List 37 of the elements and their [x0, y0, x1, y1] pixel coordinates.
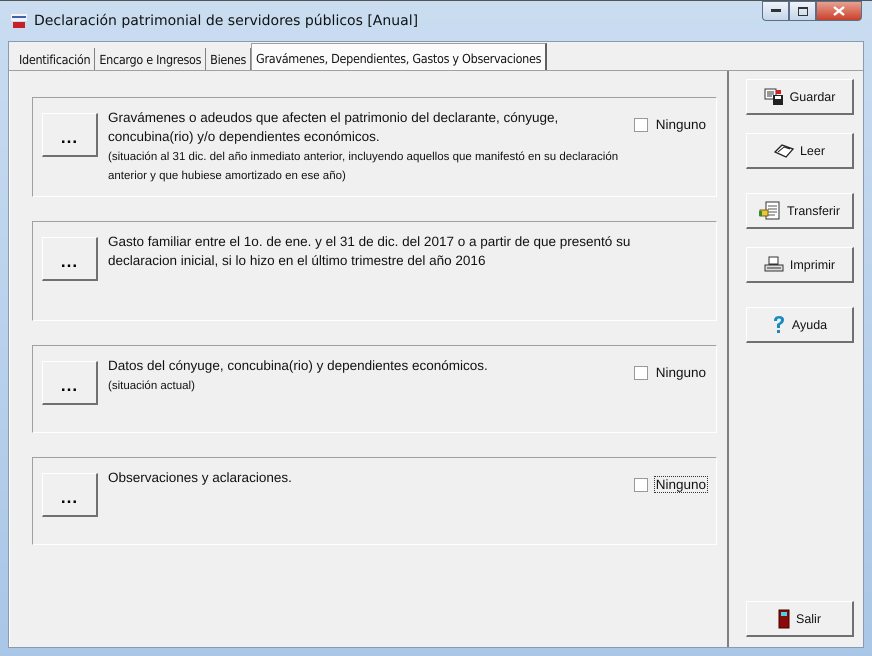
app-icon [10, 13, 28, 29]
action-button[interactable]: Transferir [746, 193, 854, 229]
action-button[interactable]: Imprimir [746, 247, 854, 283]
action-button[interactable]: Salir [746, 601, 854, 637]
open-button[interactable]: ... [42, 361, 98, 405]
section-title: Datos del cónyuge, concubina(rio) y dependientes económicos. [108, 357, 489, 375]
minimize-icon [770, 9, 780, 13]
open-button[interactable]: ... [42, 113, 98, 157]
help-icon [772, 314, 786, 334]
section-title: Observaciones y aclaraciones. [108, 469, 293, 487]
checkbox-label: Ninguno [654, 364, 707, 381]
printer-icon [764, 256, 784, 274]
action-button[interactable]: Guardar [746, 79, 854, 115]
open-button[interactable]: ... [42, 473, 98, 517]
section-title: Gasto familiar entre el 1o. de ene. y el 31 de dic. del 2017 o a partir de que presentó su declaracion inicial, si lo hizo en el último trimestre del año 2016 [108, 233, 632, 270]
checkbox[interactable] [634, 366, 648, 380]
window-title: Declaración patrimonial de servidores públicos [Anual] [34, 13, 418, 29]
close-button[interactable] [816, 1, 862, 21]
checkbox-label: Ninguno [654, 116, 707, 133]
section-note: (situación actual) [108, 379, 196, 394]
door-icon [778, 608, 790, 628]
close-icon [833, 6, 845, 16]
save-icon [764, 88, 784, 106]
document-icon [758, 200, 781, 220]
checkbox[interactable] [634, 478, 648, 492]
open-button[interactable]: ... [42, 237, 98, 281]
maximize-button[interactable] [789, 1, 816, 21]
action-button[interactable]: Ayuda [746, 307, 854, 343]
section-title: Gravámenes o adeudos que afecten el patrimonio del declarante, cónyuge, concubina(rio) y/o dependientes económicos. [108, 109, 560, 146]
action-button[interactable]: Leer [746, 133, 854, 169]
minimize-button[interactable] [762, 1, 789, 21]
checkbox-label: Ninguno [654, 476, 708, 493]
tab[interactable]: Gravámenes, Dependientes, Gastos y Observaciones [251, 43, 548, 70]
checkbox[interactable] [634, 118, 648, 132]
maximize-icon [798, 6, 808, 16]
book-icon [774, 144, 794, 158]
section-note: (situación al 31 dic. del año inmediato anterior, incluyendo aquellos que manifestó en su declaración anterior y que hubiese amortizado en ese año) [108, 150, 620, 184]
